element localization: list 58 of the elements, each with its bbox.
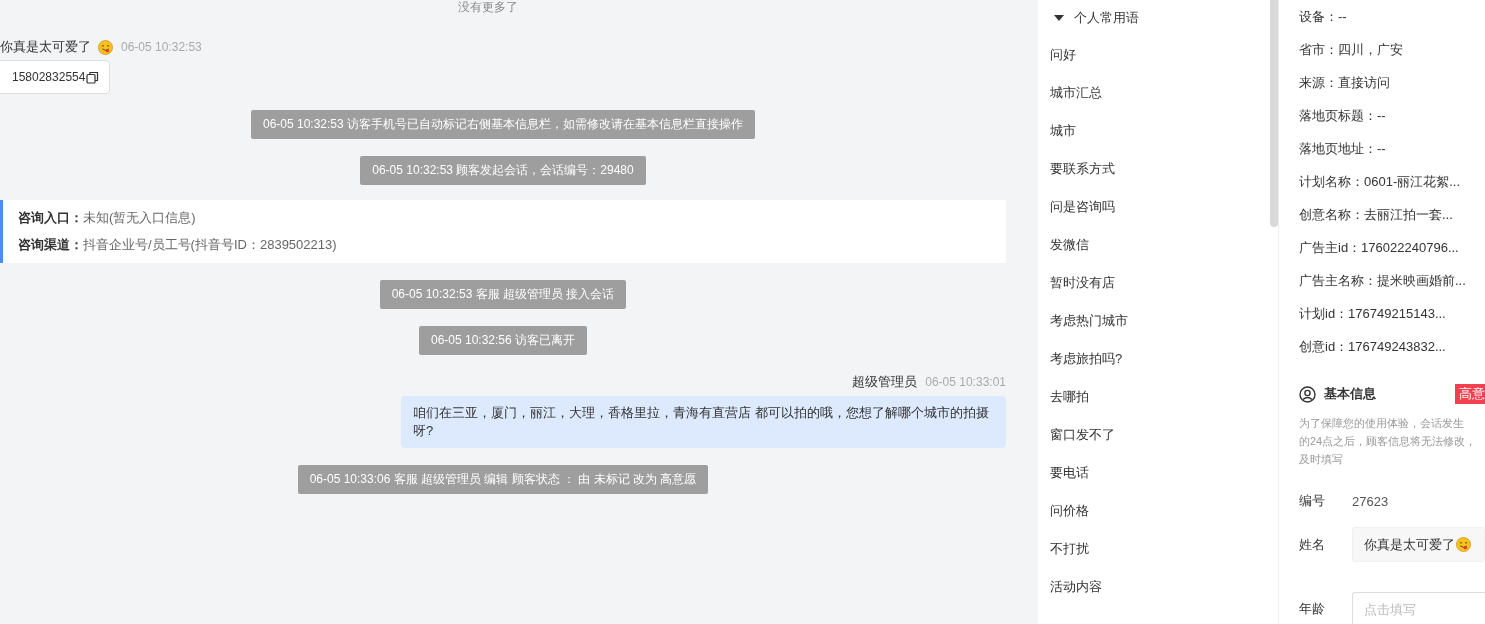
phrase-item[interactable]: 要电话	[1050, 454, 1270, 492]
info-value: 抖音企业号/员工号(抖音号ID：2839502213)	[83, 237, 337, 252]
visitor-info-line: 设备：--	[1299, 9, 1347, 24]
visitor-info-line: 落地页标题：--	[1299, 108, 1386, 123]
phrase-item[interactable]: 要联系方式	[1050, 150, 1270, 188]
info-label: 咨询入口：	[18, 210, 83, 225]
sender-name: 超级管理员	[852, 373, 918, 391]
phrase-item[interactable]: 考虑热门城市	[1050, 302, 1270, 340]
visitor-info-line: 省市：四川，广安	[1299, 42, 1403, 57]
phrase-item[interactable]: 去哪拍	[1050, 378, 1270, 416]
phrase-item[interactable]: 活动内容	[1050, 568, 1270, 606]
field-label: 年龄	[1299, 600, 1326, 618]
no-more-text: 没有更多了	[458, 0, 518, 14]
section-title: 基本信息	[1324, 385, 1376, 403]
emoji-icon	[1456, 537, 1471, 552]
copy-icon[interactable]	[86, 70, 100, 84]
phrase-item[interactable]: 不打扰	[1050, 530, 1270, 568]
emoji-icon	[98, 39, 113, 55]
visitor-info-line: 创意名称：去丽江拍一套...	[1299, 207, 1453, 222]
caret-icon	[1054, 15, 1064, 21]
field-label: 编号	[1299, 492, 1326, 510]
info-value: 未知(暂无入口信息)	[83, 210, 196, 225]
info-label: 咨询渠道：	[18, 237, 83, 252]
phrase-item[interactable]: 问价格	[1050, 492, 1270, 530]
phone-number: 15802832554	[12, 70, 86, 84]
phrase-item[interactable]: 考虑旅拍吗?	[1050, 340, 1270, 378]
system-notice: 06-05 10:33:06 客服 超级管理员 编辑 顾客状态 ： 由 未标记 改为 高意愿	[297, 465, 709, 494]
system-notice: 06-05 10:32:53 顾客发起会话，会话编号：29480	[360, 156, 646, 185]
phrase-item[interactable]: 暂时没有店	[1050, 264, 1270, 302]
visitor-info-line: 计划名称：0601-丽江花絮...	[1299, 174, 1461, 189]
phrase-item[interactable]: 城市汇总	[1050, 74, 1270, 112]
field-label: 姓名	[1299, 535, 1326, 554]
status-tag: 高意	[1455, 384, 1485, 404]
system-notice: 06-05 10:32:53 访客手机号已自动标记右侧基本信息栏，如需修改请在基本信息栏直接操作	[250, 110, 756, 139]
phrase-item[interactable]: 问是咨询吗	[1050, 188, 1270, 226]
phrase-item[interactable]: 发微信	[1050, 226, 1270, 264]
notice-text: 为了保障您的使用体验，会话发生 的24点之后，顾客信息将无法修改， 及时填写	[1299, 416, 1478, 467]
phrase-item[interactable]: 城市	[1050, 112, 1270, 150]
phrase-group-header[interactable]: 个人常用语	[1054, 8, 1139, 28]
field-value: 27623	[1352, 493, 1389, 509]
visitor-info-line: 广告主id：176022240796...	[1299, 240, 1459, 255]
phrase-item[interactable]: 问好	[1050, 36, 1270, 74]
visitor-info-line: 来源：直接访问	[1299, 75, 1390, 90]
visitor-info-line: 广告主名称：提米映画婚前...	[1299, 273, 1466, 288]
message-time: 06-05 10:32:53	[121, 40, 202, 54]
name-field[interactable]: 你真是太可爱了	[1352, 527, 1485, 562]
message-bubble: 咱们在三亚，厦门，丽江，大理，香格里拉，青海有直营店 都可以拍的哦，您想了解哪个城市的拍摄呀?	[401, 396, 1006, 448]
system-notice: 06-05 10:32:53 客服 超级管理员 接入会话	[379, 280, 627, 309]
sender-name: 你真是太可爱了	[0, 38, 91, 56]
user-icon	[1299, 385, 1316, 403]
visitor-info-line: 创意id：176749243832...	[1299, 339, 1446, 354]
visitor-info-line: 计划id：176749215143...	[1299, 306, 1446, 321]
scrollbar-thumb[interactable]	[1270, 0, 1278, 227]
system-notice: 06-05 10:32:56 访客已离开	[418, 326, 588, 355]
phrase-item[interactable]: 窗口发不了	[1050, 416, 1270, 454]
visitor-info-line: 落地页地址：--	[1299, 141, 1386, 156]
message-time: 06-05 10:33:01	[925, 375, 1006, 389]
input-field[interactable]: 点击填写	[1352, 592, 1485, 624]
